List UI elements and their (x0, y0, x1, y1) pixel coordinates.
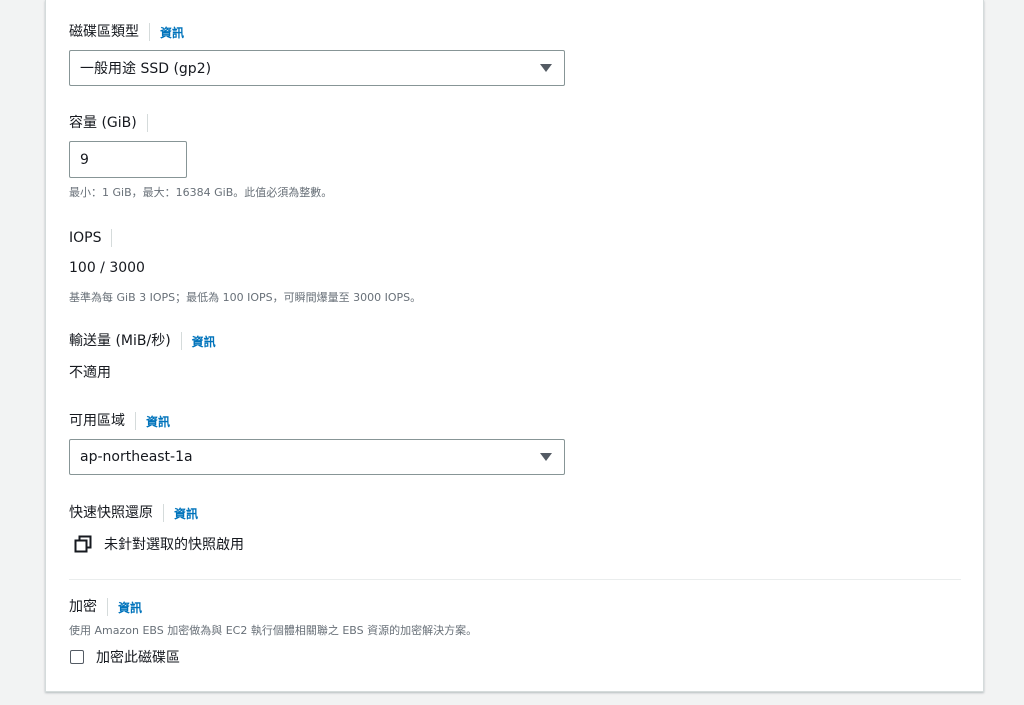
encrypt-volume-checkbox[interactable] (70, 650, 84, 664)
label-separator (149, 23, 150, 41)
availability-zone-selected-value: ap-northeast-1a (80, 449, 193, 465)
availability-zone-label: 可用區域 (69, 413, 125, 429)
iops-label: IOPS (69, 230, 102, 246)
label-separator (107, 598, 108, 616)
size-label: 容量 (GiB) (69, 115, 137, 131)
fast-snapshot-restore-info-link[interactable]: 資訊 (174, 505, 198, 522)
chevron-down-icon (540, 453, 552, 461)
copy-icon (74, 535, 92, 553)
size-input[interactable] (69, 141, 187, 178)
size-label-row: 容量 (GiB) (69, 113, 158, 133)
fast-snapshot-restore-label-row: 快速快照還原 資訊 (69, 503, 198, 523)
fast-snapshot-restore-status: 未針對選取的快照啟用 (104, 537, 244, 553)
label-separator (135, 412, 136, 430)
throughput-value: 不適用 (69, 365, 111, 381)
encryption-description: 使用 Amazon EBS 加密做為與 EC2 執行個體相關聯之 EBS 資源的… (69, 624, 478, 637)
label-separator (146, 114, 148, 132)
throughput-info-link[interactable]: 資訊 (192, 333, 216, 350)
encrypt-volume-checkbox-label[interactable]: 加密此磁碟區 (96, 647, 180, 667)
volume-type-select[interactable]: 一般用途 SSD (gp2) (69, 50, 565, 86)
size-help-text: 最小：1 GiB，最大：16384 GiB。此值必須為整數。 (69, 186, 333, 199)
fast-snapshot-restore-label: 快速快照還原 (69, 505, 153, 521)
availability-zone-select[interactable]: ap-northeast-1a (69, 439, 565, 475)
iops-help-text: 基準為每 GiB 3 IOPS；最低為 100 IOPS，可瞬間爆量至 3000… (69, 291, 422, 304)
availability-zone-info-link[interactable]: 資訊 (146, 413, 170, 430)
encryption-label-row: 加密 資訊 (69, 597, 142, 617)
encryption-label: 加密 (69, 599, 97, 615)
throughput-label: 輸送量 (MiB/秒) (69, 333, 171, 349)
availability-zone-label-row: 可用區域 資訊 (69, 411, 170, 431)
iops-value: 100 / 3000 (69, 260, 145, 276)
volume-type-info-link[interactable]: 資訊 (160, 24, 184, 41)
volume-type-selected-value: 一般用途 SSD (gp2) (80, 61, 212, 77)
label-separator (163, 504, 164, 522)
volume-settings-panel: 磁碟區類型 資訊 一般用途 SSD (gp2) 容量 (GiB) 最小：1 Gi… (45, 0, 984, 692)
volume-type-label-row: 磁碟區類型 資訊 (69, 22, 184, 42)
throughput-label-row: 輸送量 (MiB/秒) 資訊 (69, 331, 216, 351)
volume-type-label: 磁碟區類型 (69, 24, 139, 40)
encryption-info-link[interactable]: 資訊 (118, 599, 142, 616)
label-separator (180, 332, 182, 350)
chevron-down-icon (540, 64, 552, 72)
label-separator (111, 229, 113, 247)
iops-label-row: IOPS (69, 228, 122, 248)
section-divider (69, 579, 961, 580)
